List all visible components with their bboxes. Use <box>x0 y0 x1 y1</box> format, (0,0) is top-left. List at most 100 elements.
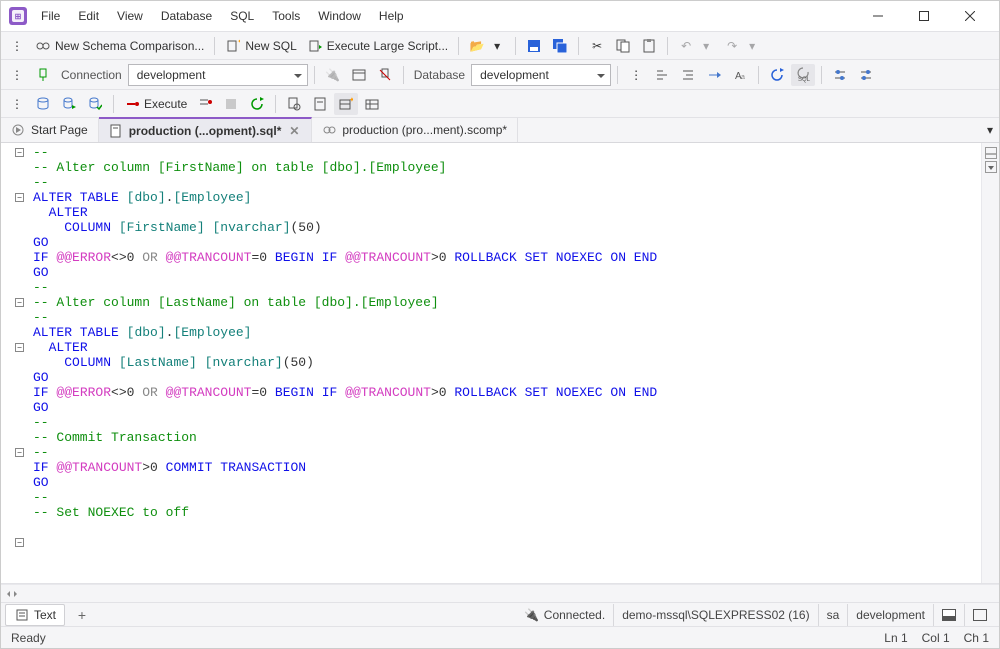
user-cell: sa <box>818 604 848 626</box>
t2-btn-6[interactable] <box>702 64 726 86</box>
fold-toggle[interactable]: − <box>15 343 24 352</box>
t2-btn-1[interactable]: 🔌 <box>321 64 345 86</box>
t3-btn-b[interactable] <box>308 93 332 115</box>
grip-icon: ⋮ <box>5 35 29 57</box>
svg-text:SQL: SQL <box>798 77 811 83</box>
fold-toggle[interactable]: − <box>15 193 24 202</box>
menu-sql[interactable]: SQL <box>222 5 262 27</box>
menu-file[interactable]: File <box>33 5 68 27</box>
database-value: development <box>480 68 549 82</box>
t2-btn-8[interactable] <box>828 64 852 86</box>
save-all-button[interactable] <box>548 35 572 57</box>
close-tab-icon[interactable]: ✕ <box>287 124 301 138</box>
refresh-button[interactable] <box>765 64 789 86</box>
new-schema-comparison-button[interactable]: New Schema Comparison... <box>31 35 208 57</box>
document-tabs: Start Page production (...opment).sql* ✕… <box>1 117 999 143</box>
search-doc-icon <box>286 96 302 112</box>
editor-gutter[interactable]: − − − − − − <box>1 143 27 583</box>
sliders-icon <box>832 67 848 83</box>
t3-db-1[interactable] <box>31 93 55 115</box>
grip-icon: ⋮ <box>5 93 29 115</box>
database-play-icon <box>61 96 77 112</box>
grip-icon: ⋮ <box>5 64 29 86</box>
tabs-dropdown[interactable]: ▾ <box>981 118 999 142</box>
redo-button[interactable]: ↷▾ <box>720 35 764 57</box>
split-v-icon[interactable] <box>985 161 997 173</box>
chevron-down-icon: ▾ <box>698 38 714 54</box>
lines-icon <box>654 67 670 83</box>
tab-start-page[interactable]: Start Page <box>1 118 99 142</box>
database-label: Database <box>410 68 469 82</box>
font-icon: Aa <box>732 67 748 83</box>
window-icon <box>351 67 367 83</box>
undo-button[interactable]: ↶▾ <box>674 35 718 57</box>
connection-value: development <box>137 68 206 82</box>
connection-status: 🔌 Connected. <box>516 604 613 626</box>
t2-btn-2[interactable] <box>347 64 371 86</box>
execute-large-label: Execute Large Script... <box>327 39 448 53</box>
new-sql-button[interactable]: ✦ New SQL <box>221 35 300 57</box>
new-sql-icon: ✦ <box>225 38 241 54</box>
t3-btn-a[interactable] <box>282 93 306 115</box>
editor: − − − − − − ---- Alter column [FirstName] on … <box>1 143 999 584</box>
execute-button[interactable]: Execute <box>120 93 191 115</box>
status-bar: Ready Ln 1 Col 1 Ch 1 <box>1 626 999 648</box>
copy-button[interactable] <box>611 35 635 57</box>
close-button[interactable] <box>947 1 993 31</box>
overview-ruler[interactable] <box>981 143 999 583</box>
t3-db-3[interactable] <box>83 93 107 115</box>
stop-button[interactable] <box>219 93 243 115</box>
t2-btn-9[interactable] <box>854 64 878 86</box>
layout-1-button[interactable] <box>933 604 964 626</box>
grip-icon: ⋮ <box>624 64 648 86</box>
refresh-green-icon <box>249 96 265 112</box>
menu-view[interactable]: View <box>109 5 151 27</box>
connection-icon-button[interactable] <box>31 64 55 86</box>
refresh-sql-button[interactable]: SQL <box>791 64 815 86</box>
text-tab[interactable]: Text <box>5 604 65 626</box>
cut-button[interactable]: ✂ <box>585 35 609 57</box>
arrows-icon[interactable] <box>5 587 19 601</box>
database-combo[interactable]: development <box>471 64 611 86</box>
menu-window[interactable]: Window <box>310 5 369 27</box>
execute-large-script-button[interactable]: Execute Large Script... <box>303 35 452 57</box>
t2-btn-5[interactable] <box>676 64 700 86</box>
code-area[interactable]: ---- Alter column [FirstName] on table [… <box>27 143 981 583</box>
fold-toggle[interactable]: − <box>15 538 24 547</box>
tab-start-page-label: Start Page <box>31 123 88 137</box>
t3-btn-c[interactable]: ✦ <box>334 93 358 115</box>
results-bar: Text + 🔌 Connected. demo-mssql\SQLEXPRES… <box>1 602 999 626</box>
fold-toggle[interactable]: − <box>15 298 24 307</box>
connection-combo[interactable]: development <box>128 64 308 86</box>
t3-db-2[interactable] <box>57 93 81 115</box>
menubar: File Edit View Database SQL Tools Window… <box>33 5 412 27</box>
refresh-exec-button[interactable] <box>245 93 269 115</box>
fold-toggle[interactable]: − <box>15 148 24 157</box>
layout-2-button[interactable] <box>964 604 995 626</box>
tab-production-scomp[interactable]: production (pro...ment).scomp* <box>312 118 518 142</box>
menu-edit[interactable]: Edit <box>70 5 107 27</box>
menu-database[interactable]: Database <box>153 5 220 27</box>
t3-btn-d[interactable] <box>360 93 384 115</box>
split-h-icon[interactable] <box>985 147 997 159</box>
paste-button[interactable] <box>637 35 661 57</box>
maximize-button[interactable] <box>901 1 947 31</box>
menu-tools[interactable]: Tools <box>264 5 308 27</box>
menu-help[interactable]: Help <box>371 5 412 27</box>
copy-icon <box>615 38 631 54</box>
t2-btn-7[interactable]: Aa <box>728 64 752 86</box>
status-ready: Ready <box>11 631 46 645</box>
t2-btn-4[interactable] <box>650 64 674 86</box>
fold-toggle[interactable]: − <box>15 448 24 457</box>
t2-btn-3[interactable] <box>373 64 397 86</box>
add-tab-button[interactable]: + <box>71 604 93 626</box>
tab-production-sql[interactable]: production (...opment).sql* ✕ <box>99 117 313 142</box>
disconnect-icon <box>377 67 393 83</box>
execute-cursor-button[interactable] <box>193 93 217 115</box>
save-button[interactable] <box>522 35 546 57</box>
chevron-down-icon: ▾ <box>489 38 505 54</box>
open-button[interactable]: 📂▾ <box>465 35 509 57</box>
minimize-button[interactable] <box>855 1 901 31</box>
schema-compare-icon <box>35 38 51 54</box>
cut-icon: ✂ <box>589 38 605 54</box>
